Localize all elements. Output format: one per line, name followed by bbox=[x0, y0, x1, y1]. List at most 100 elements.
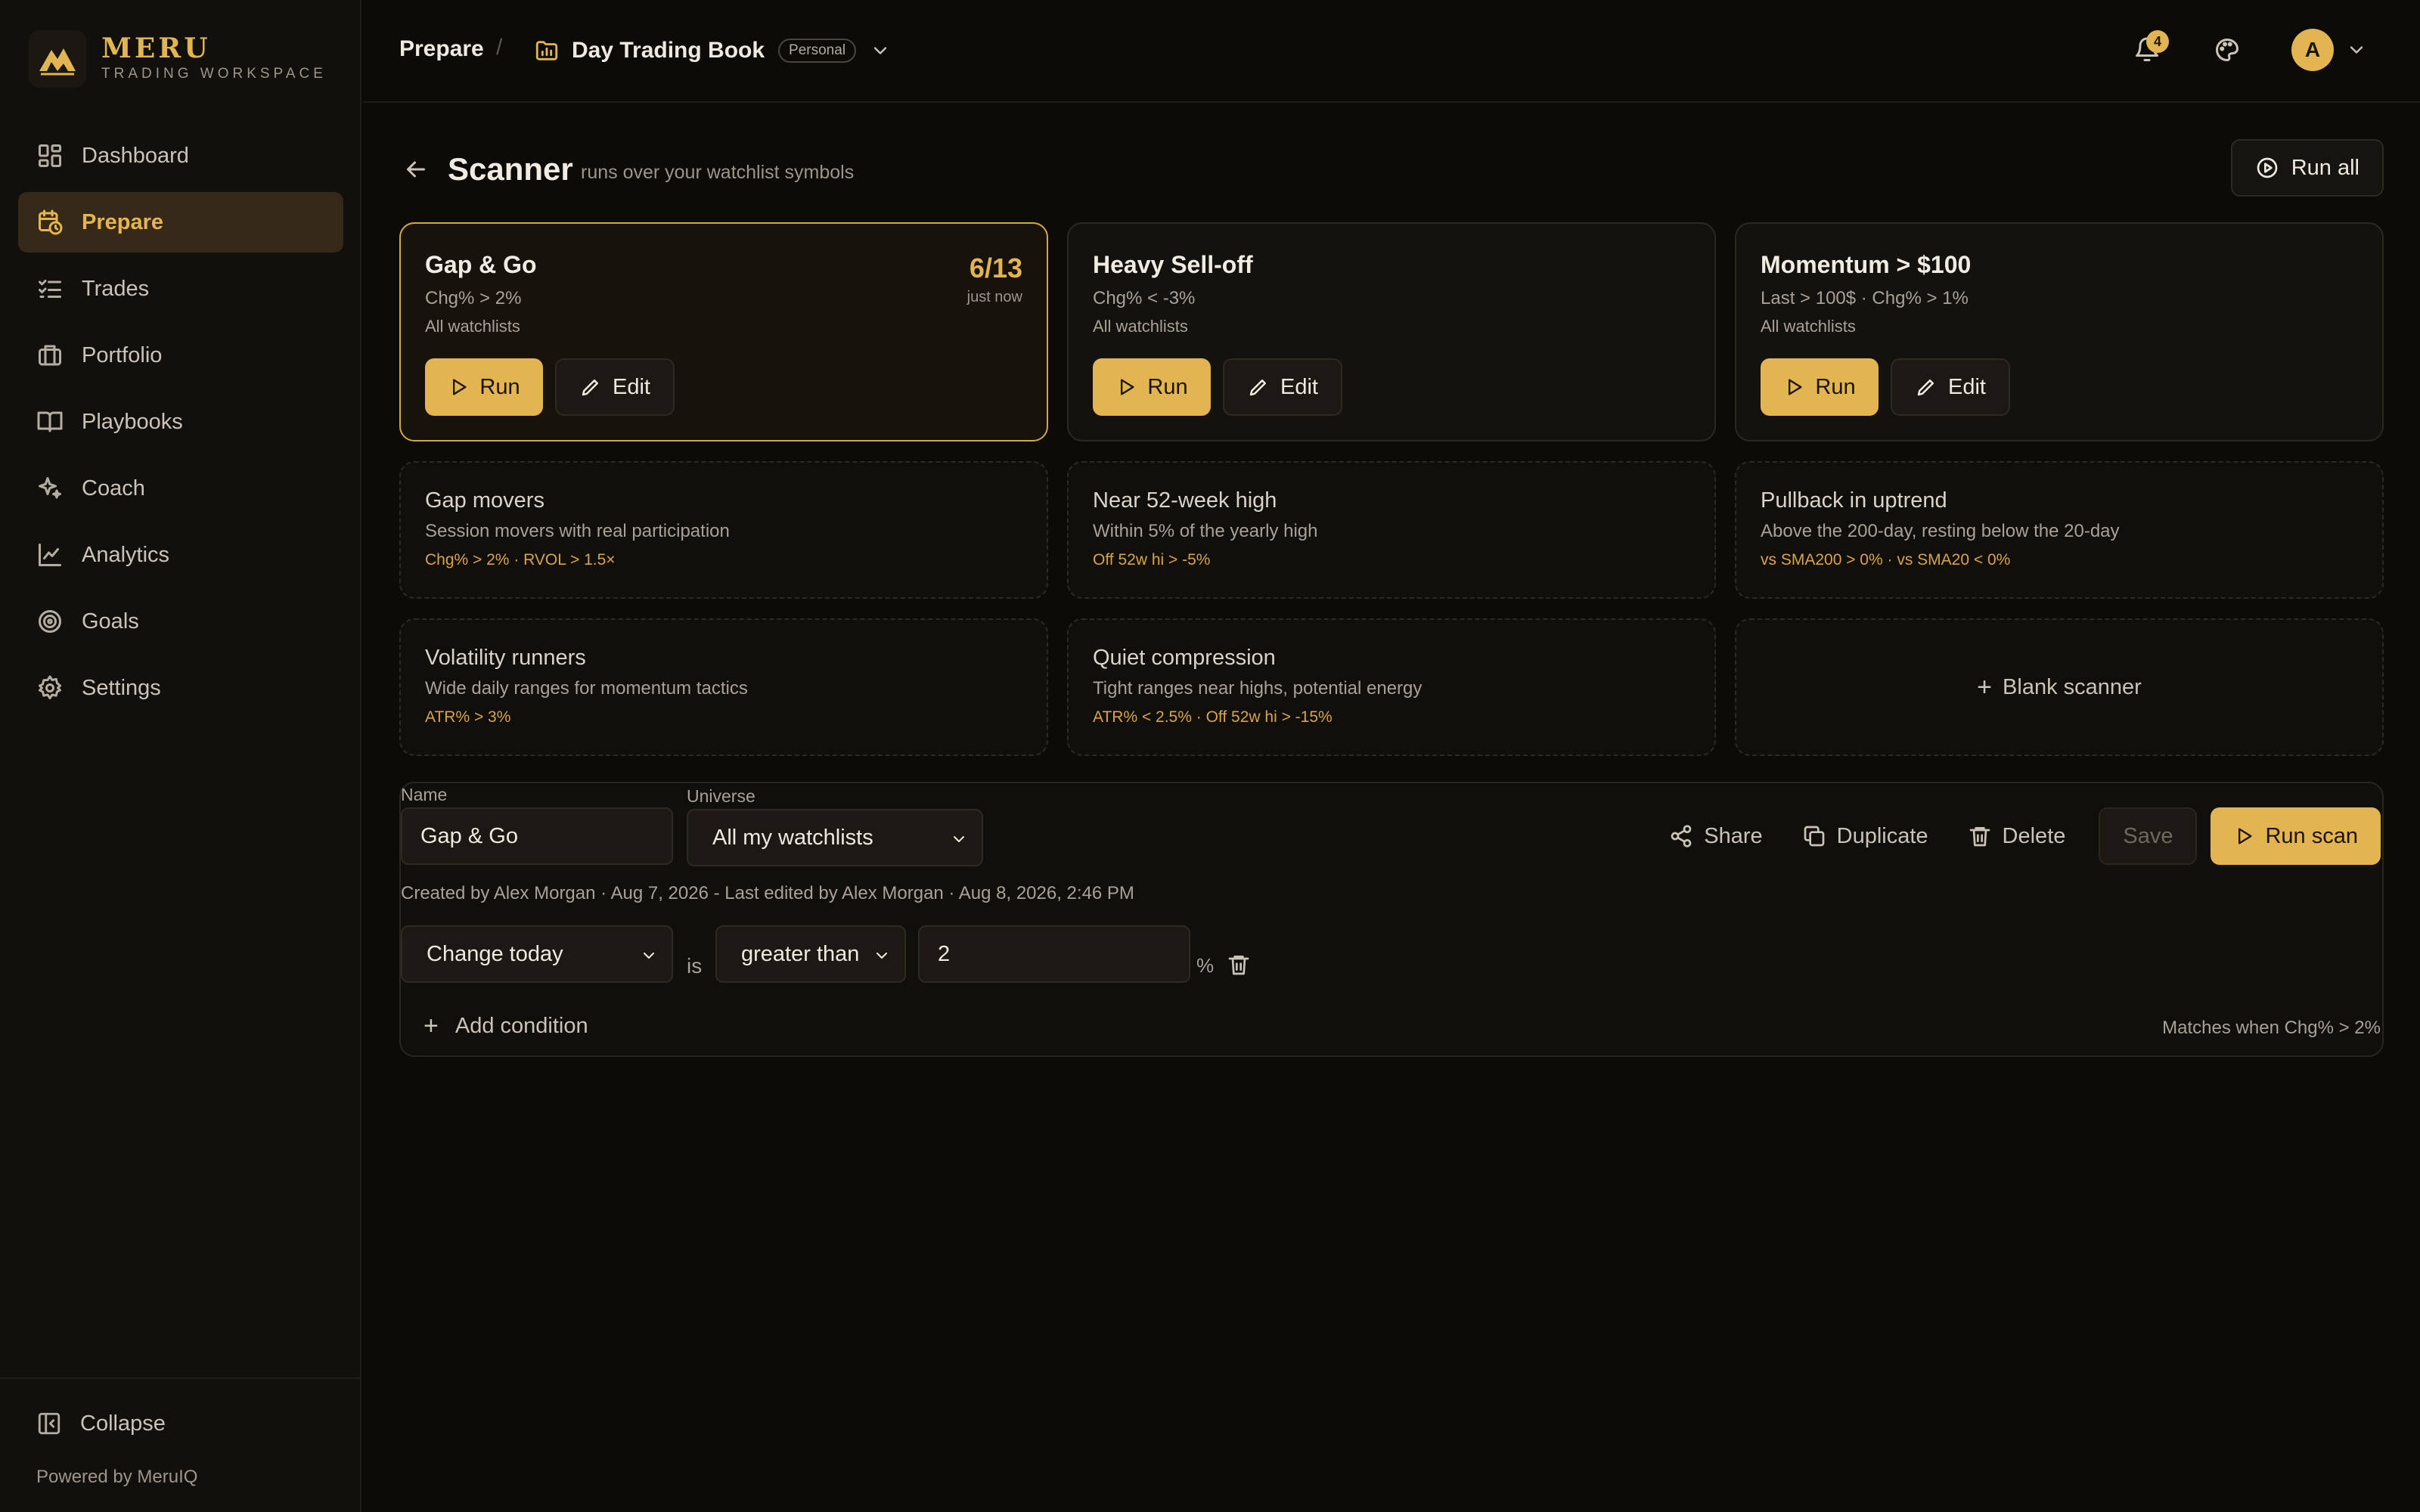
scanner-name-input[interactable] bbox=[401, 807, 673, 865]
brand-subtitle: TRADING WORKSPACE bbox=[101, 66, 327, 82]
calendar-clock-icon bbox=[39, 209, 63, 235]
template-card-gap-movers[interactable]: Gap movers Session movers with real part… bbox=[399, 461, 1048, 599]
template-rule: Off 52w hi > -5% bbox=[1093, 551, 1211, 569]
scanner-editor: Name Universe All my watchlists Share Du… bbox=[399, 782, 2384, 1057]
delete-label: Delete bbox=[2002, 823, 2066, 848]
chevron-down-icon bbox=[873, 47, 887, 54]
template-description: Tight ranges near highs, potential energ… bbox=[1093, 678, 1423, 699]
chevron-down-icon bbox=[876, 953, 887, 959]
condition-operator-select[interactable]: greater than bbox=[715, 925, 906, 983]
scanner-card-momentum[interactable]: Momentum > $100 Last > 100$ · Chg% > 1% … bbox=[1735, 222, 2384, 442]
arrow-left-icon[interactable] bbox=[402, 156, 430, 183]
target-icon bbox=[39, 610, 61, 633]
sidebar-footer: Collapse Powered by MeruIQ bbox=[0, 1377, 360, 1512]
scanner-title: Gap & Go bbox=[425, 251, 537, 278]
sparkles-icon bbox=[39, 477, 61, 499]
duplicate-button[interactable]: Duplicate bbox=[1782, 807, 1948, 865]
sidebar-item-trades[interactable]: Trades bbox=[18, 259, 343, 319]
scanner-card-gap-and-go[interactable]: Gap & Go Chg% > 2% All watchlists 6/13 j… bbox=[399, 222, 1048, 442]
folder-chart-icon bbox=[535, 41, 558, 60]
sidebar-item-prepare[interactable]: Prepare bbox=[18, 192, 343, 253]
sidebar-item-settings[interactable]: Settings bbox=[18, 658, 343, 718]
run-button[interactable]: Run bbox=[1761, 358, 1879, 416]
play-icon bbox=[1121, 379, 1134, 395]
run-button[interactable]: Run bbox=[425, 358, 543, 416]
sidebar-item-dashboard[interactable]: Dashboard bbox=[18, 125, 343, 186]
add-condition-button[interactable]: + Add condition bbox=[424, 1012, 588, 1041]
sidebar-item-goals[interactable]: Goals bbox=[18, 591, 343, 652]
meru-logo-icon bbox=[29, 30, 86, 88]
sidebar: MERU TRADING WORKSPACE Dashboard Prepare… bbox=[0, 0, 361, 1512]
page-subtitle: runs over your watchlist symbols bbox=[581, 162, 855, 183]
save-button[interactable]: Save bbox=[2099, 807, 2198, 865]
book-selector[interactable]: Day Trading Book Personal bbox=[534, 30, 891, 71]
theme-button[interactable] bbox=[2208, 27, 2246, 73]
scanner-match-count: 6/13 bbox=[969, 253, 1022, 284]
name-label: Name bbox=[401, 785, 448, 804]
template-card-quiet-compression[interactable]: Quiet compression Tight ranges near high… bbox=[1067, 618, 1716, 756]
scanner-metadata: Created by Alex Morgan · Aug 7, 2026 - L… bbox=[401, 883, 1134, 903]
edit-button[interactable]: Edit bbox=[1223, 358, 1342, 416]
condition-is-text: is bbox=[687, 954, 703, 978]
condition-operator-value: greater than bbox=[741, 941, 860, 966]
match-summary: Matches when Chg% > 2% bbox=[2162, 1018, 2381, 1038]
run-scan-button[interactable]: Run scan bbox=[2211, 807, 2381, 865]
scanner-scope: All watchlists bbox=[1093, 317, 1188, 336]
run-label: Run bbox=[479, 374, 520, 399]
template-card-near-52-week-high[interactable]: Near 52-week high Within 5% of the yearl… bbox=[1067, 461, 1716, 599]
pencil-icon bbox=[1249, 380, 1266, 396]
share-label: Share bbox=[1704, 823, 1763, 848]
line-chart-icon bbox=[39, 544, 61, 566]
sidebar-item-label: Prepare bbox=[82, 209, 164, 234]
edit-button[interactable]: Edit bbox=[1891, 358, 2010, 416]
dashboard-icon bbox=[39, 144, 61, 167]
play-circle-icon bbox=[2257, 157, 2278, 178]
scanner-card-heavy-sell-off[interactable]: Heavy Sell-off Chg% < -3% All watchlists… bbox=[1067, 222, 1716, 442]
share-button[interactable]: Share bbox=[1649, 807, 1782, 865]
condition-unit: % bbox=[1196, 954, 1215, 977]
breadcrumb-prepare[interactable]: Prepare bbox=[399, 36, 484, 62]
topbar: Prepare / Day Trading Book Personal 4 A bbox=[363, 0, 2420, 103]
template-description: Above the 200-day, resting below the 20-… bbox=[1761, 521, 2120, 541]
sidebar-item-playbooks[interactable]: Playbooks bbox=[18, 392, 343, 452]
avatar[interactable]: A bbox=[2291, 29, 2334, 71]
condition-value-input[interactable] bbox=[918, 925, 1190, 983]
collapse-button[interactable]: Collapse bbox=[36, 1411, 166, 1436]
play-icon bbox=[2238, 828, 2252, 844]
briefcase-icon bbox=[39, 345, 61, 366]
delete-button[interactable]: Delete bbox=[1948, 807, 2086, 865]
scanner-scope: All watchlists bbox=[1761, 317, 1856, 336]
template-card-volatility-runners[interactable]: Volatility runners Wide daily ranges for… bbox=[399, 618, 1048, 756]
template-title: Pullback in uptrend bbox=[1761, 488, 1947, 513]
run-all-label: Run all bbox=[2291, 155, 2360, 180]
scanner-title: Momentum > $100 bbox=[1761, 251, 1972, 278]
template-card-pullback-in-uptrend[interactable]: Pullback in uptrend Above the 200-day, r… bbox=[1735, 461, 2384, 599]
scanner-condition: Chg% > 2% bbox=[425, 288, 522, 308]
play-icon bbox=[453, 379, 467, 395]
panel-collapse-icon bbox=[38, 1412, 60, 1435]
scanner-last-run: just now bbox=[966, 289, 1022, 305]
run-all-button[interactable]: Run all bbox=[2230, 139, 2384, 197]
play-icon bbox=[1789, 379, 1802, 395]
page-title: Scanner bbox=[448, 151, 573, 187]
blank-scanner-button[interactable]: + Blank scanner bbox=[1735, 618, 2384, 756]
run-button[interactable]: Run bbox=[1093, 358, 1211, 416]
trash-icon[interactable] bbox=[1227, 953, 1251, 977]
chevron-down-icon[interactable] bbox=[2346, 39, 2367, 60]
sidebar-item-label: Goals bbox=[82, 609, 139, 634]
notifications-button[interactable]: 4 bbox=[2128, 27, 2169, 73]
brand[interactable]: MERU TRADING WORKSPACE bbox=[29, 30, 327, 88]
sidebar-item-analytics[interactable]: Analytics bbox=[18, 525, 343, 585]
add-condition-label: Add condition bbox=[455, 1014, 588, 1038]
universe-select[interactable]: All my watchlists bbox=[687, 809, 983, 866]
condition-field-select[interactable]: Change today bbox=[401, 925, 673, 983]
edit-label: Edit bbox=[613, 374, 650, 399]
edit-button[interactable]: Edit bbox=[555, 358, 675, 416]
sidebar-item-portfolio[interactable]: Portfolio bbox=[18, 325, 343, 386]
breadcrumb-separator: / bbox=[496, 35, 503, 60]
sidebar-nav: Dashboard Prepare Trades Portfolio Playb… bbox=[18, 125, 343, 724]
sidebar-item-coach[interactable]: Coach bbox=[18, 458, 343, 519]
book-title: Day Trading Book bbox=[572, 38, 765, 63]
plus-icon: + bbox=[424, 1012, 439, 1040]
collapse-label: Collapse bbox=[80, 1411, 166, 1436]
